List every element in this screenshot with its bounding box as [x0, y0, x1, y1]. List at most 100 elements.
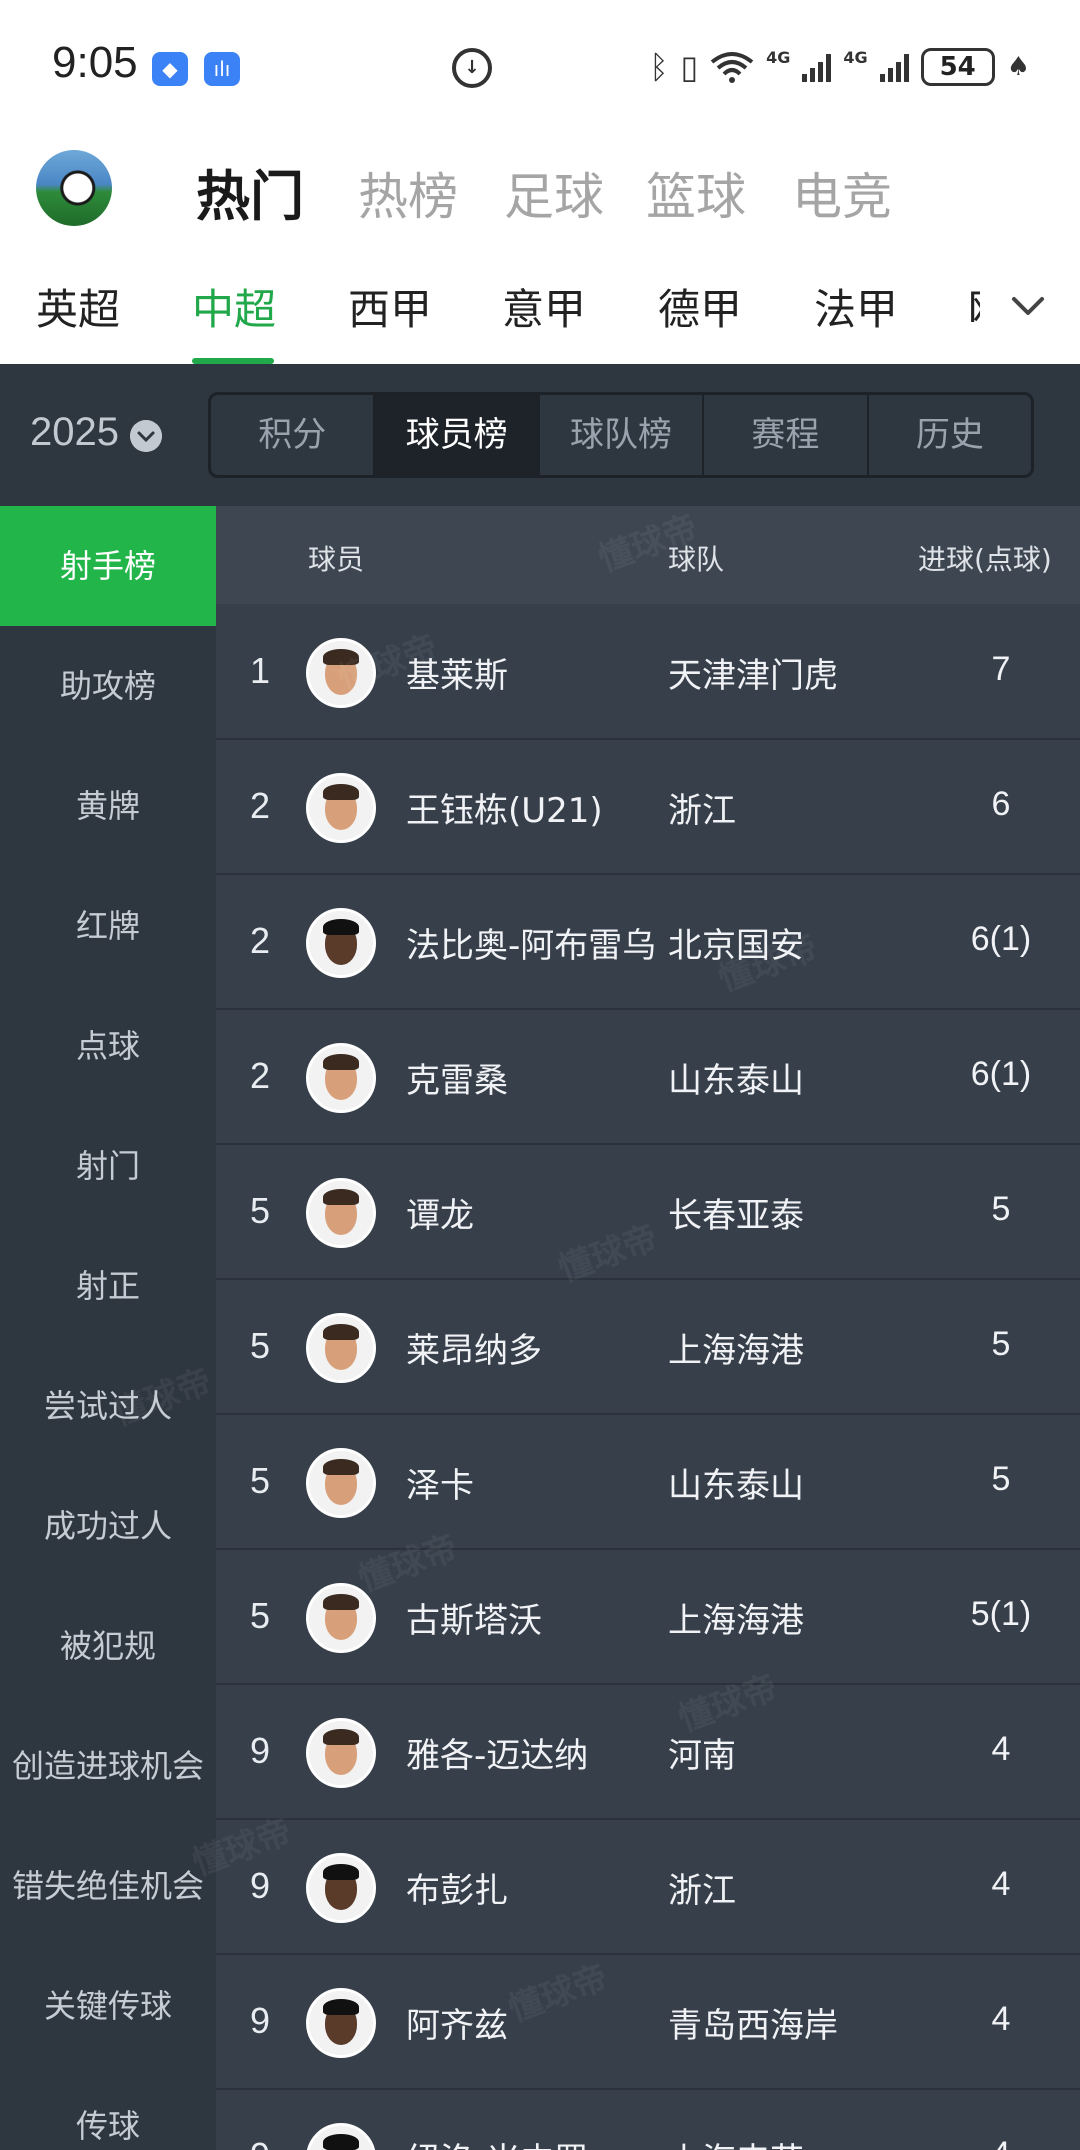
- network-type-2: 4G: [843, 47, 868, 67]
- player-avatar: [306, 1313, 376, 1383]
- table-row[interactable]: 5 谭龙 长春亚泰 5: [216, 1146, 1080, 1280]
- status-bar: 9:05 ◆ ılı ↓ ᛒ ▯ 4G 4G 54 ♠: [0, 0, 1080, 135]
- sidebar-item-red-cards[interactable]: 红牌: [0, 866, 216, 986]
- header-team: 球队: [668, 543, 725, 576]
- table-row[interactable]: 1 基莱斯 天津津门虎 7: [216, 606, 1080, 740]
- signal-icon: [802, 52, 832, 82]
- player-rank: 2: [250, 785, 271, 826]
- player-goals: 6: [991, 785, 1011, 823]
- player-name: 古斯塔沃: [406, 1601, 542, 1641]
- sidebar-item-passes[interactable]: 传球: [0, 2066, 216, 2150]
- player-rank: 5: [250, 1325, 271, 1366]
- status-time: 9:05: [52, 38, 138, 87]
- table-row[interactable]: 9 布彭扎 浙江 4: [216, 1821, 1080, 1955]
- table-row[interactable]: 9 雅各-迈达纳 河南 4: [216, 1686, 1080, 1820]
- tab-hot-list[interactable]: 热榜: [358, 157, 458, 229]
- table-row[interactable]: 5 古斯塔沃 上海海港 5(1): [216, 1551, 1080, 1685]
- league-tabs: 英超 中超 西甲 意甲 德甲 法甲 欧: [0, 250, 1080, 364]
- bluetooth-icon: ᛒ: [649, 48, 669, 86]
- player-avatar: [306, 638, 376, 708]
- header-player: 球员: [308, 543, 365, 576]
- table-row[interactable]: 9 纽洛-米内罗 上海申花 4: [216, 2091, 1080, 2150]
- player-team: 山东泰山: [668, 1466, 804, 1506]
- league-tab-premier-league[interactable]: 英超: [36, 276, 120, 337]
- sidebar-item-dribble-attempts[interactable]: 尝试过人: [0, 1346, 216, 1466]
- segment-team-ranking[interactable]: 球队榜: [540, 395, 705, 475]
- sidebar-item-big-chances-missed[interactable]: 错失绝佳机会: [0, 1826, 216, 1946]
- player-avatar: [306, 773, 376, 843]
- season-selector[interactable]: 2025: [30, 410, 119, 455]
- player-team: 浙江: [668, 1871, 736, 1911]
- sidebar-item-chances-created[interactable]: 创造进球机会: [0, 1706, 216, 1826]
- player-team: 山东泰山: [668, 1061, 804, 1101]
- table-row[interactable]: 5 泽卡 山东泰山 5: [216, 1416, 1080, 1550]
- league-tab-bundesliga[interactable]: 德甲: [658, 276, 742, 337]
- status-indicators: ᛒ ▯ 4G 4G 54 ♠: [649, 42, 1030, 92]
- player-goals: 6(1): [970, 1055, 1032, 1093]
- chevron-down-icon[interactable]: [130, 420, 162, 452]
- user-avatar[interactable]: [36, 150, 112, 226]
- player-rank: 5: [250, 1460, 271, 1501]
- player-goals: 4: [991, 1730, 1011, 1768]
- leaf-icon: ♠: [1006, 52, 1030, 82]
- chevron-down-icon[interactable]: [1008, 286, 1048, 326]
- player-rank: 5: [250, 1190, 271, 1231]
- tab-football[interactable]: 足球: [504, 157, 604, 229]
- league-tab-la-liga[interactable]: 西甲: [348, 276, 432, 337]
- player-team: 长春亚泰: [668, 1196, 804, 1236]
- filter-bar: 2025 积分 球员榜 球队榜 赛程 历史: [0, 364, 1080, 506]
- player-team: 北京国安: [668, 926, 804, 966]
- player-goals: 5: [991, 1460, 1011, 1498]
- table-row[interactable]: 2 克雷桑 山东泰山 6(1): [216, 1011, 1080, 1145]
- scorers-table: 球员 球队 进球(点球) 1 基莱斯 天津津门虎 7 2 王钰栋(U21) 浙江…: [216, 506, 1080, 2150]
- player-rank: 9: [250, 1865, 271, 1906]
- sidebar-item-key-passes[interactable]: 关键传球: [0, 1946, 216, 2066]
- table-row[interactable]: 5 莱昂纳多 上海海港 5: [216, 1281, 1080, 1415]
- segment-history[interactable]: 历史: [869, 395, 1031, 475]
- segment-player-ranking[interactable]: 球员榜: [375, 395, 540, 475]
- player-name: 克雷桑: [406, 1061, 508, 1101]
- sidebar-item-yellow-cards[interactable]: 黄牌: [0, 746, 216, 866]
- tab-hot[interactable]: 热门: [196, 152, 304, 231]
- player-avatar: [306, 1718, 376, 1788]
- sidebar-item-penalties[interactable]: 点球: [0, 986, 216, 1106]
- sidebar-item-successful-dribbles[interactable]: 成功过人: [0, 1466, 216, 1586]
- player-name: 布彭扎: [406, 1871, 508, 1911]
- league-tab-ligue-1[interactable]: 法甲: [814, 276, 898, 337]
- voice-recorder-icon: ılı: [204, 52, 240, 86]
- sidebar-item-top-scorers[interactable]: 射手榜: [0, 506, 216, 626]
- sidebar-item-shots[interactable]: 射门: [0, 1106, 216, 1226]
- player-name: 阿齐兹: [406, 2006, 508, 2046]
- player-avatar: [306, 1583, 376, 1653]
- player-avatar: [306, 1178, 376, 1248]
- sidebar-item-fouled[interactable]: 被犯规: [0, 1586, 216, 1706]
- sidebar-item-assists[interactable]: 助攻榜: [0, 626, 216, 746]
- player-name: 谭龙: [406, 1196, 474, 1236]
- header-goals: 进球(点球): [918, 543, 1052, 576]
- segment-control: 积分 球员榜 球队榜 赛程 历史: [208, 392, 1034, 478]
- segment-standings[interactable]: 积分: [211, 395, 376, 475]
- assistant-app-icon: ◆: [152, 52, 188, 86]
- league-tab-serie-a[interactable]: 意甲: [502, 276, 586, 337]
- player-goals: 5: [991, 1190, 1011, 1228]
- league-tab-csl[interactable]: 中超: [192, 276, 276, 337]
- table-row[interactable]: 2 王钰栋(U21) 浙江 6: [216, 741, 1080, 875]
- player-name: 基莱斯: [406, 656, 508, 696]
- segment-schedule[interactable]: 赛程: [704, 395, 869, 475]
- table-row[interactable]: 9 阿齐兹 青岛西海岸 4: [216, 1956, 1080, 2090]
- table-header: 球员 球队 进球(点球): [216, 506, 1080, 604]
- table-row[interactable]: 2 法比奥-阿布雷乌 北京国安 6(1): [216, 876, 1080, 1010]
- player-rank: 5: [250, 1595, 271, 1636]
- tab-basketball[interactable]: 篮球: [646, 157, 746, 229]
- player-rank: 9: [250, 1730, 271, 1771]
- player-team: 上海申花: [668, 2133, 804, 2150]
- player-name: 纽洛-米内罗: [406, 2133, 588, 2150]
- player-name: 王钰栋(U21): [406, 791, 603, 831]
- battery-icon: 54: [920, 48, 995, 86]
- vibrate-icon: ▯: [680, 48, 699, 86]
- player-rank: 2: [250, 920, 271, 961]
- sidebar-item-shots-on-target[interactable]: 射正: [0, 1226, 216, 1346]
- player-team: 上海海港: [668, 1331, 804, 1371]
- tab-esports[interactable]: 电竞: [792, 157, 892, 229]
- player-team: 天津津门虎: [668, 656, 838, 696]
